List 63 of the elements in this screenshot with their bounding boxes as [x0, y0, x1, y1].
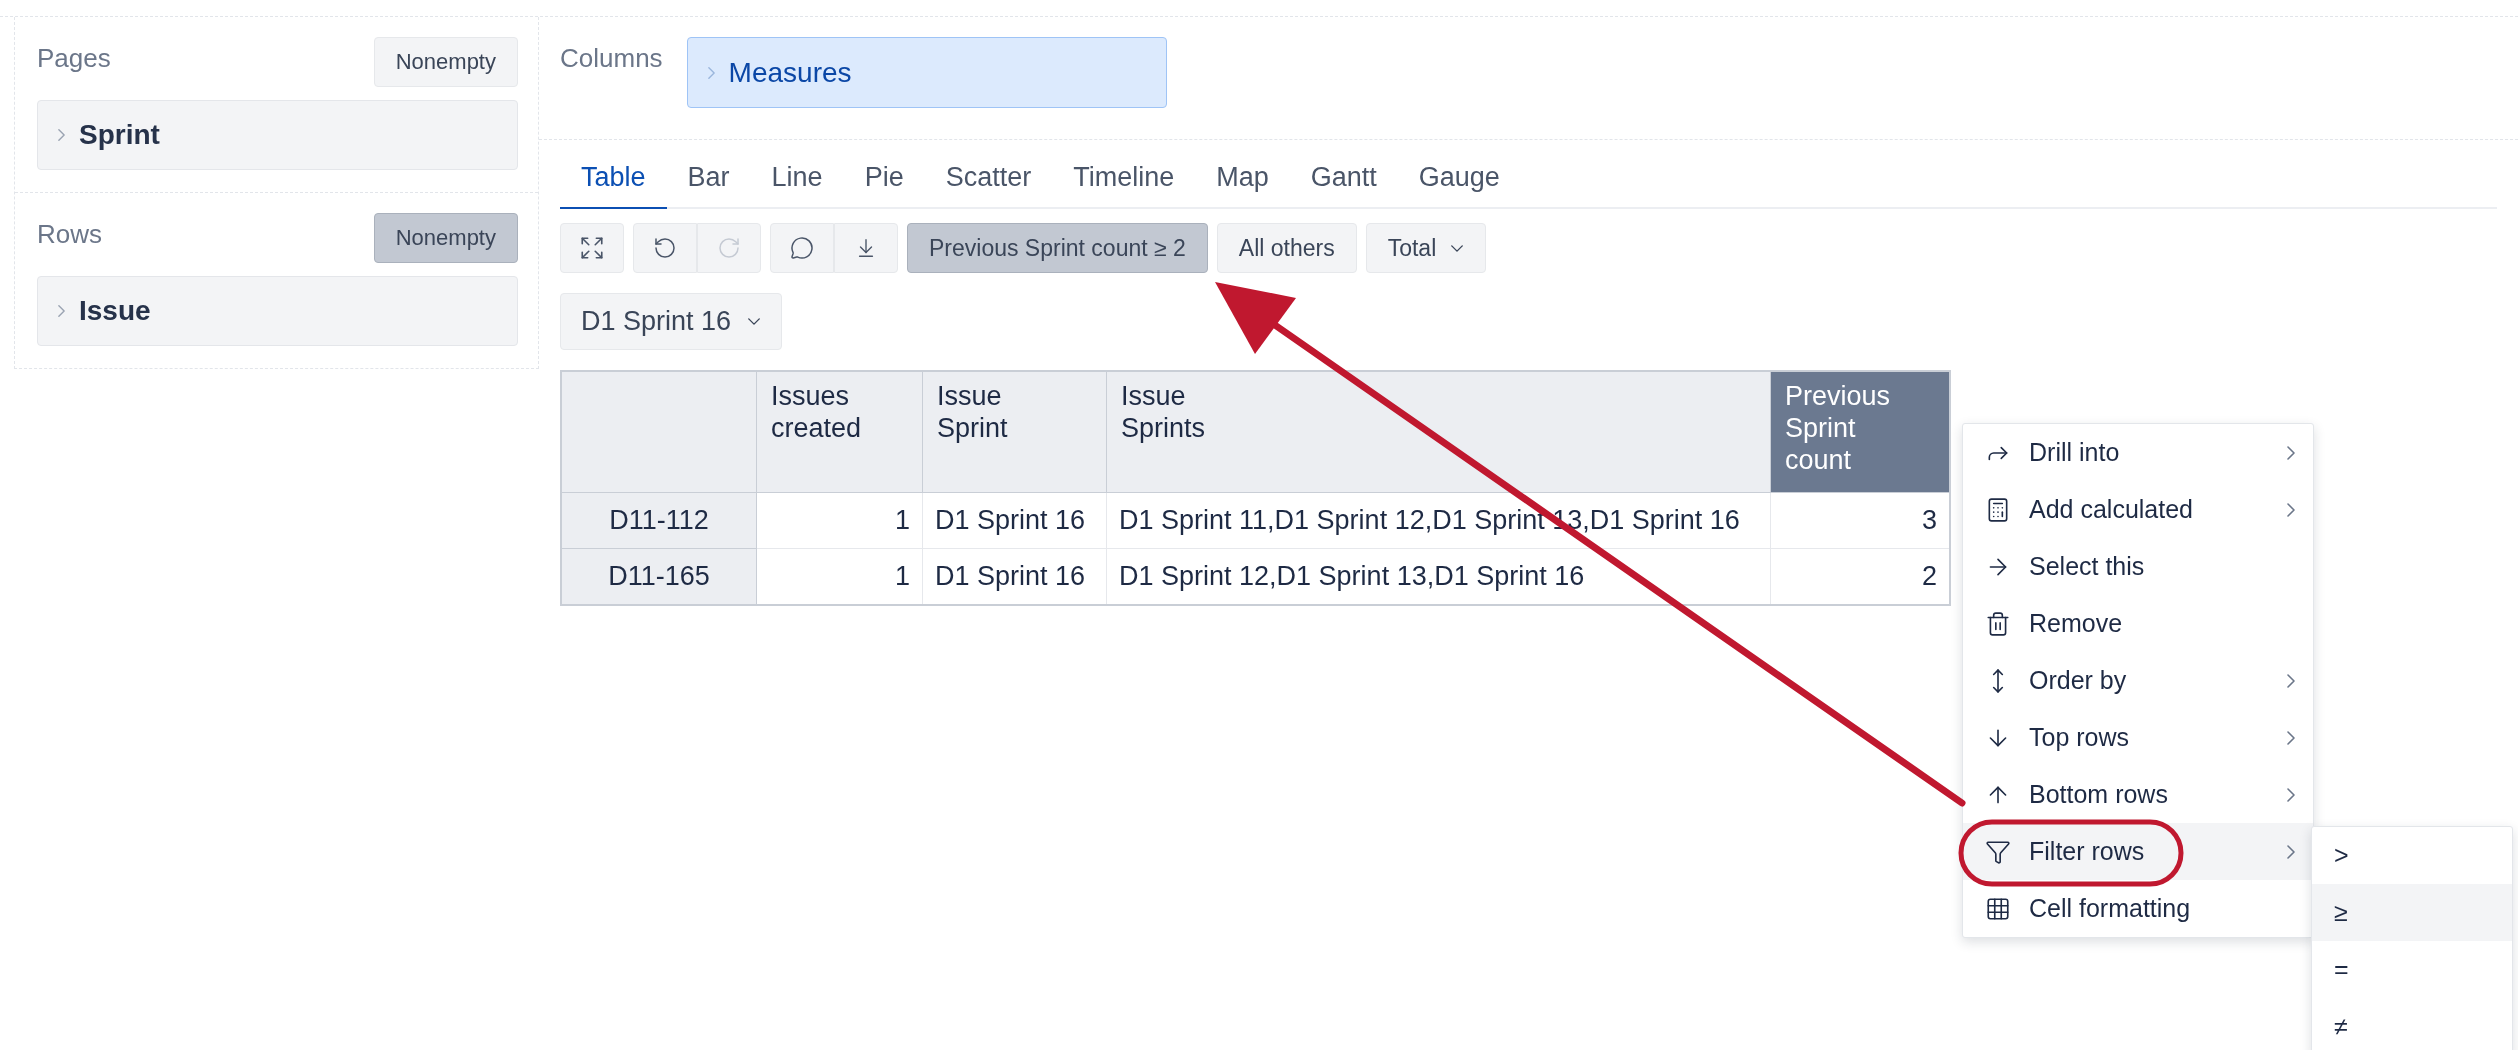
view-tab[interactable]: Bar: [666, 150, 751, 209]
menu-item[interactable]: >: [2312, 827, 2512, 884]
view-tab[interactable]: Pie: [843, 150, 925, 209]
all-others-button[interactable]: All others: [1216, 223, 1357, 273]
undo-button[interactable]: [633, 223, 697, 273]
section-title: Pages: [37, 43, 111, 74]
table-cell: 1: [756, 492, 923, 549]
menu-item[interactable]: Order by: [1963, 652, 2313, 709]
view-tab[interactable]: Scatter: [924, 150, 1053, 209]
row-header[interactable]: D11-165: [561, 548, 757, 605]
view-tab[interactable]: Gauge: [1397, 150, 1521, 209]
view-tab[interactable]: Map: [1195, 150, 1290, 209]
menu-item[interactable]: Top rows: [1963, 709, 2313, 766]
menu-item[interactable]: =: [2312, 941, 2512, 998]
dimension-chip[interactable]: Measures: [686, 37, 1167, 108]
download-button[interactable]: [834, 223, 898, 273]
trash-icon: [1985, 610, 2011, 637]
view-tab[interactable]: Timeline: [1052, 150, 1196, 209]
undo-icon: [653, 236, 677, 260]
comment-icon: [790, 236, 814, 260]
expand-icon: [579, 235, 605, 261]
table-cell: 1: [756, 548, 923, 605]
comment-button[interactable]: [770, 223, 834, 273]
menu-item[interactable]: Cell formatting: [1963, 880, 2313, 937]
redo-icon: [717, 236, 741, 260]
total-dropdown[interactable]: Total: [1365, 223, 1487, 273]
table-cell: 3: [1770, 492, 1950, 549]
dimension-chip[interactable]: Sprint: [37, 100, 518, 170]
column-header[interactable]: Issue Sprints: [1106, 371, 1771, 493]
chevron-right-icon: [58, 304, 65, 318]
view-tab[interactable]: Line: [750, 150, 844, 209]
menu-item[interactable]: Remove: [1963, 595, 2313, 652]
section-title: Columns: [560, 43, 663, 75]
menu-item[interactable]: ≠: [2312, 998, 2512, 1050]
menu-item[interactable]: Filter rows: [1963, 823, 2313, 880]
fullscreen-button[interactable]: [560, 223, 624, 273]
menu-item[interactable]: Bottom rows: [1963, 766, 2313, 823]
chevron-down-icon: [747, 318, 762, 325]
section-title: Rows: [37, 219, 102, 250]
menu-item[interactable]: Drill into: [1963, 424, 2313, 481]
grid-icon: [1985, 895, 2011, 922]
chevron-down-icon: [1450, 244, 1465, 252]
menu-item[interactable]: Add calculated: [1963, 481, 2313, 538]
filter-button[interactable]: Previous Sprint count ≥ 2: [907, 223, 1208, 273]
menu-item[interactable]: Select this: [1963, 538, 2313, 595]
view-tab[interactable]: Table: [560, 150, 667, 209]
row-header[interactable]: D11-112: [561, 492, 757, 549]
table-cell: D1 Sprint 16: [922, 492, 1107, 549]
column-header[interactable]: Previous Sprint count: [1770, 371, 1950, 493]
table-cell: 2: [1770, 548, 1950, 605]
chevron-right-icon: [58, 128, 65, 142]
page-filter-dropdown[interactable]: D1 Sprint 16: [560, 293, 783, 350]
column-header[interactable]: Issues created: [756, 371, 923, 493]
chevron-right-icon: [707, 65, 715, 80]
nonempty-button[interactable]: Nonempty: [373, 37, 518, 87]
dimension-chip[interactable]: Issue: [37, 276, 518, 346]
nonempty-button[interactable]: Nonempty: [373, 213, 518, 263]
filter-icon: [1985, 838, 2011, 865]
view-tab[interactable]: Gantt: [1289, 150, 1398, 209]
menu-item[interactable]: ≥: [2312, 884, 2512, 941]
column-header[interactable]: Issue Sprint: [922, 371, 1107, 493]
table-cell: D1 Sprint 12,D1 Sprint 13,D1 Sprint 16: [1106, 548, 1771, 605]
table-cell: D1 Sprint 16: [922, 548, 1107, 605]
